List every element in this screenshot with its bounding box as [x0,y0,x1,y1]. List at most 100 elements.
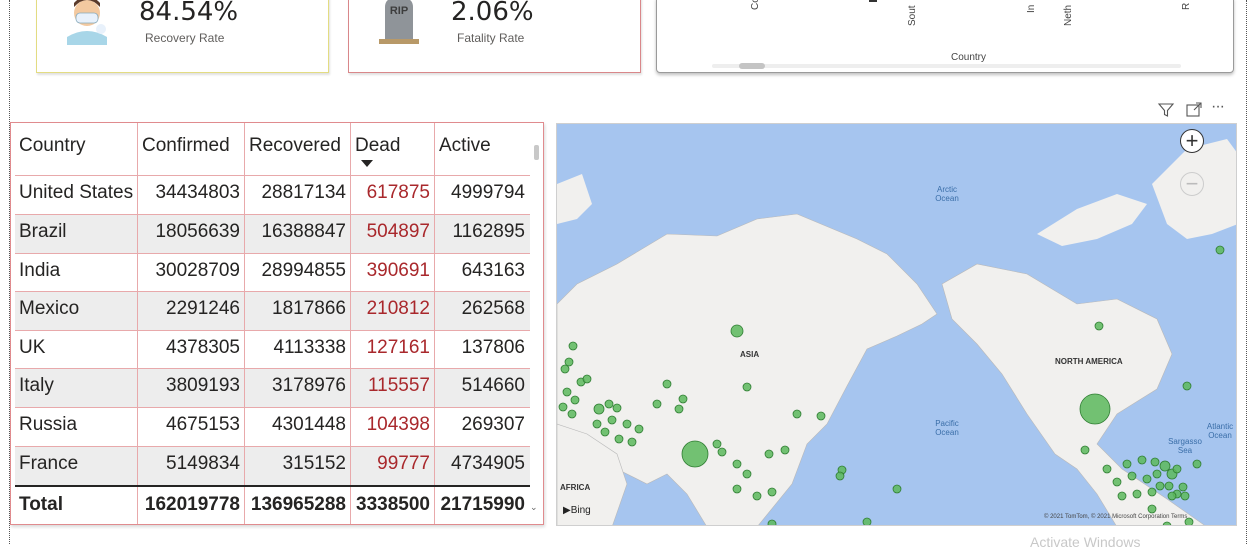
table-row[interactable]: Brazil 18056639 16388847 504897 1162895 [15,215,530,254]
bubble-usa [1079,393,1111,425]
scroll-down-arrow[interactable]: ⌄ [530,502,538,513]
cell-recovered: 4113338 [273,337,346,358]
total-confirmed: 162019778 [144,494,240,515]
total-active: 21715990 [440,494,525,515]
more-options-icon[interactable]: ··· [1211,98,1229,116]
x-axis-title: Country [951,52,987,63]
cell-confirmed: 4378305 [166,337,240,358]
bing-logo: ▶Bing [563,505,591,516]
rip-tombstone-icon: RIP [379,0,419,44]
masked-face-icon [67,0,107,45]
table-row[interactable]: Mexico 2291246 1817866 210812 262568 [15,292,530,331]
focus-mode-icon[interactable] [1185,101,1203,119]
row-divider [15,214,530,215]
europe-landmass [557,174,592,224]
x-tick-label: R [1181,2,1192,10]
cell-country: Mexico [19,298,80,319]
cell-recovered: 28817134 [261,182,346,203]
cell-confirmed: 5149834 [166,453,240,474]
scrollbar-thumb[interactable] [739,63,765,69]
covid-bubble-map[interactable]: ASIA NORTH AMERICA AFRICA Arctic Ocean P… [556,123,1237,526]
column-divider [244,123,245,524]
cell-country: United States [19,182,134,203]
country-bar-chart[interactable]: Co Sout In Neth R Country [656,0,1234,73]
cell-active: 514660 [461,375,525,396]
cell-active: 137806 [461,337,525,358]
cell-active: 262568 [461,298,525,319]
horizontal-scrollbar[interactable] [712,64,1181,68]
column-header-active[interactable]: Active [435,123,530,176]
zoom-out-button[interactable]: − [1180,171,1204,196]
cell-country: Brazil [19,221,67,242]
fatality-rate-value: 2.06% [451,0,534,27]
table-row[interactable]: United States 34434803 28817134 617875 49997… [15,176,530,215]
x-tick-label: Sout [907,5,918,26]
ocean-label-pacific: Pacific Ocean [935,419,959,437]
column-divider [137,123,138,524]
cell-confirmed: 34434803 [155,182,240,203]
total-divider [15,485,530,487]
cell-confirmed: 18056639 [155,221,240,242]
recovery-rate-value: 84.54% [139,0,239,27]
table-row[interactable]: Italy 3809193 3178976 115557 514660 [15,369,530,408]
recovery-rate-card[interactable]: 84.54% Recovery Rate [36,0,329,73]
cell-confirmed: 30028709 [155,260,240,281]
cell-confirmed: 4675153 [166,414,240,435]
fatality-rate-label: Fatality Rate [457,31,525,45]
table-row[interactable]: India 30028709 28994855 390691 643163 [15,254,530,293]
cell-dead: 390691 [366,260,430,281]
x-tick-label: Neth [1063,4,1074,26]
cell-active: 4999794 [451,182,525,203]
column-header-dead[interactable]: Dead [351,123,435,176]
map-copyright: © 2021 TomTom, © 2021 Microsoft Corporat… [1044,514,1188,520]
table-row[interactable]: Russia 4675153 4301448 104398 269307 [15,408,530,447]
activate-windows-watermark: Activate Windows [1030,534,1141,550]
cell-recovered: 4301448 [272,414,346,435]
cell-dead: 504897 [366,221,430,242]
zoom-in-button[interactable]: + [1180,128,1204,153]
bing-label: Bing [570,505,591,516]
cell-dead: 617875 [366,182,430,203]
vertical-scrollbar[interactable] [530,135,539,517]
cell-country: India [19,260,61,281]
table-total-row: Total 162019778 136965288 3338500 21715990 [15,486,530,524]
continent-label-asia: ASIA [740,350,760,359]
column-header-confirmed[interactable]: Confirmed [138,123,245,176]
cell-recovered: 28994855 [261,260,346,281]
column-divider [434,123,435,524]
bing-logo-icon: ▶ [563,505,571,516]
bubble-india [681,440,709,468]
column-divider [350,123,351,524]
sort-descending-icon[interactable] [361,160,373,167]
cell-country: Russia [19,414,78,435]
column-header-recovered[interactable]: Recovered [245,123,351,176]
row-divider [15,175,530,176]
column-header-country[interactable]: Country [15,123,138,176]
x-tick-label: Co [750,0,761,10]
row-divider [15,446,530,447]
map-canvas[interactable] [557,124,1237,526]
rip-text: RIP [390,5,408,17]
cell-active: 269307 [461,414,525,435]
cell-confirmed: 2291246 [166,298,240,319]
row-divider [15,407,530,408]
bubble-russia [730,324,744,338]
total-recovered: 136965288 [250,494,346,515]
row-divider [15,253,530,254]
table-row[interactable]: France 5149834 315152 99777 4734905 [15,447,530,486]
x-tick-label [869,0,877,2]
cell-recovered: 16388847 [261,221,346,242]
row-divider [15,291,530,292]
cell-active: 4734905 [451,453,525,474]
ocean-label-sargasso: Sargasso Sea [1168,437,1202,455]
cell-country: Italy [19,375,54,396]
fatality-rate-card[interactable]: RIP 2.06% Fatality Rate [348,0,641,73]
cell-dead: 104398 [366,414,430,435]
cell-recovered: 1817866 [272,298,346,319]
cell-recovered: 3178976 [272,375,346,396]
table-row[interactable]: UK 4378305 4113338 127161 137806 [15,331,530,370]
filter-icon[interactable] [1157,101,1175,119]
page-border-right [1246,0,1247,544]
vertical-scrollbar-thumb[interactable] [534,145,539,160]
country-stats-table[interactable]: Country Confirmed Recovered Dead Active Unite… [10,122,544,525]
